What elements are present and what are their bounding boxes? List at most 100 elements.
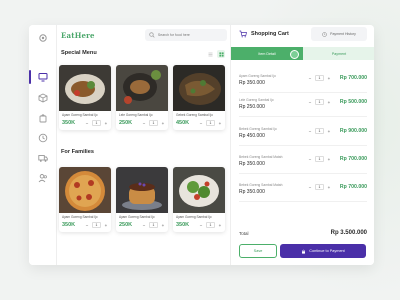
menu-panel: EatHere Special Menu Ayam Goreng Sambal …	[57, 25, 230, 265]
box-icon[interactable]	[36, 91, 50, 105]
section-title-special: Special Menu	[61, 50, 97, 56]
food-card[interactable]: Lele Goreng Sambal Ijo 250K − 1 +	[116, 65, 168, 130]
quantity-value[interactable]: 1	[92, 222, 101, 228]
food-name: Ayam Goreng Sambal Ijo	[62, 215, 98, 219]
increment-button[interactable]: +	[217, 121, 223, 126]
total-value: Rp 3.500.000	[330, 230, 367, 236]
list-view-icon[interactable]	[206, 50, 214, 58]
payment-history-button[interactable]: Payment History	[311, 27, 367, 41]
quantity-value[interactable]: 1	[92, 120, 101, 126]
food-card[interactable]: Gebek Goreng Sambal Ijo 450K − 1 +	[173, 65, 225, 130]
section-title-families: For Families	[61, 149, 94, 155]
increment-button[interactable]: +	[160, 223, 166, 228]
food-price: 250K	[119, 120, 133, 126]
food-price: 350K	[176, 222, 190, 228]
increment-button[interactable]: +	[326, 185, 332, 190]
cart-line-item: Bebek Goreng Sambal Matah Rp 350.000 − 1…	[239, 182, 367, 202]
food-name: Ayam Goreng Sambal Ijo	[119, 215, 155, 219]
increment-button[interactable]: +	[103, 121, 109, 126]
decrement-button[interactable]: −	[84, 223, 90, 228]
increment-button[interactable]: +	[326, 129, 332, 134]
food-card[interactable]: Ayam Goreng Sambal Ijo 250K − 1 +	[116, 167, 168, 232]
quantity-value[interactable]: 1	[149, 120, 158, 126]
quantity-stepper: − 1 +	[307, 184, 332, 190]
food-photo	[59, 167, 111, 213]
increment-button[interactable]: +	[326, 157, 332, 162]
side-nav-rail	[29, 25, 57, 265]
item-name: Lele Goreng Sambal Ijo	[239, 98, 274, 102]
quantity-value[interactable]: 1	[315, 75, 324, 81]
total-label: Total	[239, 230, 249, 236]
settings-icon[interactable]	[36, 31, 50, 45]
quantity-stepper: − 1 +	[307, 156, 332, 162]
food-photo	[116, 167, 168, 213]
food-price: 350K	[62, 222, 76, 228]
decrement-button[interactable]: −	[198, 223, 204, 228]
food-card[interactable]: Ayam Goreng Sambal Ijo 350K − 1 +	[59, 65, 111, 130]
app-window: EatHere Special Menu Ayam Goreng Sambal …	[29, 25, 374, 265]
quantity-stepper: − 1 +	[307, 99, 332, 105]
food-photo	[116, 65, 168, 111]
food-price: 250K	[119, 222, 133, 228]
quantity-value[interactable]: 1	[206, 222, 215, 228]
quantity-value[interactable]: 1	[315, 184, 324, 190]
search-input[interactable]	[157, 33, 227, 37]
save-button[interactable]: Save	[239, 244, 277, 258]
history-icon	[322, 31, 327, 37]
truck-icon[interactable]	[36, 151, 50, 165]
item-price: Rp 350.000	[239, 189, 265, 195]
quantity-value[interactable]: 1	[315, 156, 324, 162]
cart-title: Shopping Cart	[251, 31, 289, 37]
quantity-stepper: − 1 +	[84, 222, 109, 228]
continue-to-payment-label: Continue to Payment	[309, 249, 345, 253]
cart-line-item: Ayam Goreng Sambal Ijo Rp 350.000 − 1 + …	[239, 73, 367, 93]
search-icon	[149, 32, 155, 38]
item-total: Rp 900.000	[339, 128, 367, 134]
continue-to-payment-button[interactable]: Continue to Payment	[280, 244, 366, 258]
food-card[interactable]: Ayam Goreng Sambal Ijo 350K − 1 +	[173, 167, 225, 232]
increment-button[interactable]: +	[326, 76, 332, 81]
decrement-button[interactable]: −	[84, 121, 90, 126]
food-card[interactable]: Ayam Goreng Sambal Ijo 350K − 1 +	[59, 167, 111, 232]
cart-line-item: Bebek Goreng Sambal Matah Rp 350.000 − 1…	[239, 154, 367, 174]
users-icon[interactable]	[36, 171, 50, 185]
quantity-stepper: − 1 +	[198, 120, 223, 126]
decrement-button[interactable]: −	[307, 76, 313, 81]
decrement-button[interactable]: −	[141, 121, 147, 126]
cart-header: Shopping Cart	[239, 30, 289, 38]
tab-payment[interactable]: Payment	[303, 47, 374, 60]
tab-toggle-knob[interactable]	[290, 50, 299, 59]
food-name: Ayam Goreng Sambal Ijo	[62, 113, 98, 117]
decrement-button[interactable]: −	[198, 121, 204, 126]
food-photo	[173, 167, 225, 213]
item-price: Rp 450.000	[239, 133, 265, 139]
decrement-button[interactable]: −	[141, 223, 147, 228]
quantity-value[interactable]: 1	[315, 99, 324, 105]
increment-button[interactable]: +	[326, 100, 332, 105]
item-price: Rp 250.000	[239, 104, 265, 110]
decrement-button[interactable]: −	[307, 157, 313, 162]
grid-view-icon[interactable]	[217, 50, 225, 58]
increment-button[interactable]: +	[160, 121, 166, 126]
quantity-stepper: − 1 +	[198, 222, 223, 228]
decrement-button[interactable]: −	[307, 185, 313, 190]
item-name: Bebek Goreng Sambal Matah	[239, 183, 283, 187]
search-bar[interactable]	[145, 29, 227, 41]
quantity-value[interactable]: 1	[149, 222, 158, 228]
quantity-value[interactable]: 1	[315, 128, 324, 134]
increment-button[interactable]: +	[103, 223, 109, 228]
decrement-button[interactable]: −	[307, 100, 313, 105]
cart-icon[interactable]	[36, 111, 50, 125]
item-total: Rp 700.000	[339, 156, 367, 162]
food-name: Lele Goreng Sambal Ijo	[119, 113, 153, 117]
item-price: Rp 350.000	[239, 80, 265, 86]
quantity-stepper: − 1 +	[307, 75, 332, 81]
increment-button[interactable]: +	[217, 223, 223, 228]
decrement-button[interactable]: −	[307, 129, 313, 134]
monitor-icon[interactable]	[29, 70, 50, 84]
quantity-value[interactable]: 1	[206, 120, 215, 126]
lock-icon	[302, 249, 306, 254]
clock-icon[interactable]	[36, 131, 50, 145]
food-photo	[173, 65, 225, 111]
food-price: 450K	[176, 120, 190, 126]
